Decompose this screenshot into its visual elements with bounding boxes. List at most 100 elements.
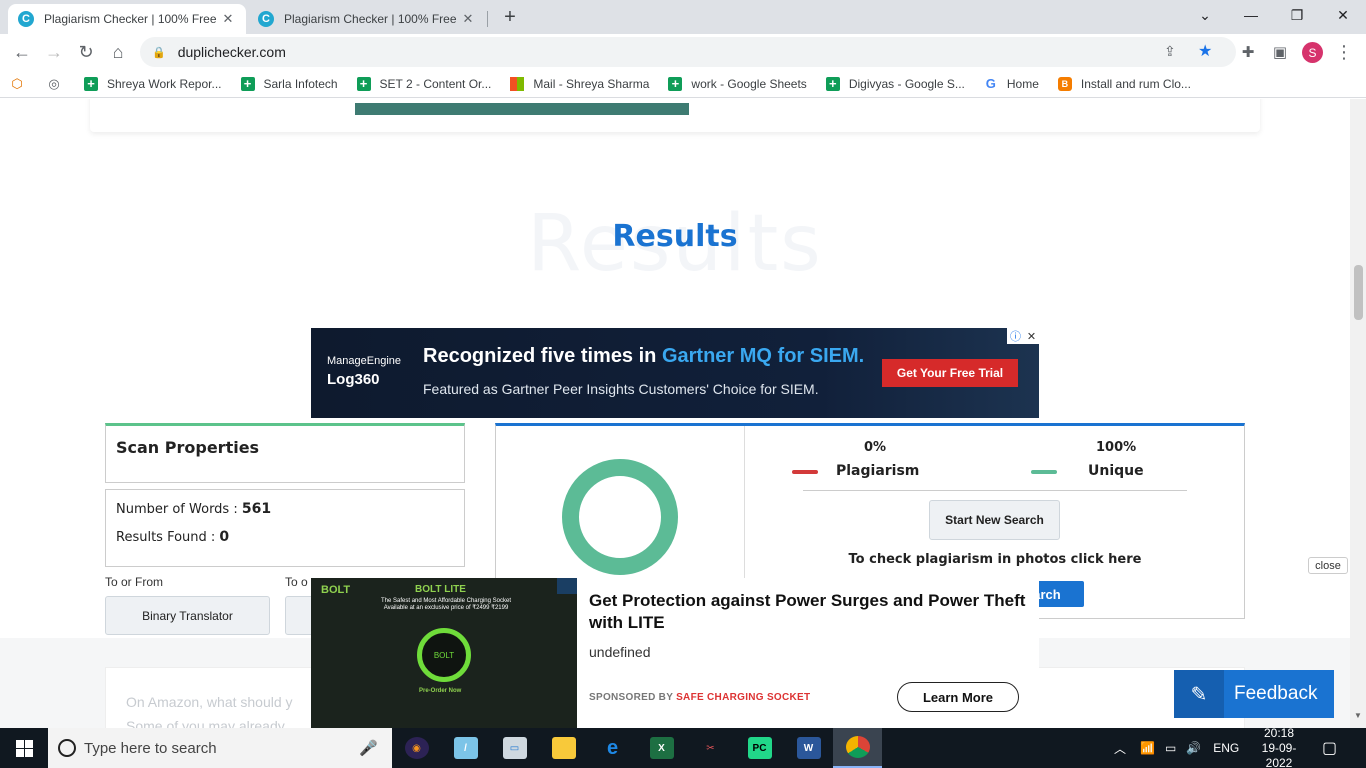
action-center-icon[interactable]: ▢ [1322,728,1337,768]
taskbar-search-input[interactable]: Type here to search 🎤 [48,728,392,768]
excel-app-icon[interactable]: X [637,728,686,768]
ad-cta-button[interactable]: Get Your Free Trial [882,359,1018,387]
volume-icon[interactable]: 🔊 [1186,741,1201,755]
close-tab-icon[interactable]: ✕ [220,11,236,27]
bookmark-label: Sarla Infotech [263,76,338,91]
chrome-app-icon[interactable] [833,728,882,768]
info-icon[interactable]: ⓘ [1010,328,1021,344]
page-scrollbar[interactable]: ▼ [1350,99,1366,728]
unique-donut-chart [562,459,678,575]
language-indicator[interactable]: ENG [1213,741,1239,755]
photo-plagiarism-link[interactable]: To check plagiarism in photos click here [746,552,1244,567]
windows-taskbar: Type here to search 🎤 ◉ / ▭ e X ✂ PC W ︿… [0,726,1366,768]
ad-close-icon[interactable]: ✕ [1027,330,1036,343]
feedback-icon: ✎ [1174,670,1224,718]
article-line-1: On Amazon, what should y [126,694,293,710]
bookmark-home[interactable]: G Home [984,76,1039,91]
legend-divider [803,490,1187,491]
bookmark-shreya-work[interactable]: + Shreya Work Repor... [84,76,222,91]
bookmark-digivyas[interactable]: + Digivyas - Google S... [825,76,965,91]
snipping-tool-app-icon[interactable]: ✂ [686,728,735,768]
new-tab-plus-icon[interactable]: + [498,4,522,30]
learn-more-button[interactable]: Learn More [897,682,1019,712]
ad-sponsor: SPONSORED BY SAFE CHARGING SOCKET [589,692,810,703]
ad-choices[interactable]: ⓘ ✕ [1007,328,1039,344]
address-bar[interactable]: 🔒 duplichecker.com ⇪ ★ [140,37,1236,67]
windows-start-icon[interactable] [0,728,48,768]
battery-icon[interactable]: ▭ [1165,741,1176,755]
side-panel-icon[interactable]: ▣ [1266,38,1294,66]
menu-kebab-icon[interactable]: ⋮ [1330,38,1358,66]
article-line-2: Some of you may already [126,718,285,728]
bookmark-work-sheets[interactable]: + work - Google Sheets [668,76,807,91]
to-or-from-label: To or From [105,575,164,589]
feedback-button[interactable]: ✎ Feedback [1174,670,1334,718]
sticky-bottom-ad[interactable]: BOLT BOLT LITE The Safest and Most Affor… [311,578,1039,728]
reload-icon[interactable]: ↻ [72,38,100,66]
scrollbar-thumb[interactable] [1354,265,1363,320]
share-icon[interactable]: ⇪ [1164,43,1176,60]
profile-avatar[interactable]: S [1302,42,1323,63]
bolt-logo: BOLT [321,584,351,596]
network-icon[interactable]: 📶 [1140,741,1155,755]
tab-strip: C Plagiarism Checker | 100% Free a ✕ C P… [0,0,1366,34]
file-explorer-app-icon[interactable] [539,728,588,768]
scroll-down-arrow-icon[interactable]: ▼ [1354,711,1362,720]
ad-subline: Featured as Gartner Peer Insights Custom… [423,381,819,397]
ad-headline: Recognized five times in Gartner MQ for … [423,345,864,368]
ad-banner[interactable]: ManageEngine Log360 Recognized five time… [311,328,1039,418]
word-app-icon[interactable]: W [784,728,833,768]
ad-headline[interactable]: Get Protection against Power Surges and … [589,590,1033,634]
clock-date: 19-09-2022 [1261,740,1297,768]
minimize-icon[interactable]: — [1228,0,1274,30]
binary-translator-button[interactable]: Binary Translator [105,596,270,635]
ad-image-price: Available at an exclusive price of ₹2499… [383,605,509,611]
remote-desktop-app-icon[interactable]: ▭ [490,728,539,768]
ad-choices-icon[interactable] [557,578,577,594]
back-arrow-icon[interactable]: ← [8,38,36,66]
close-tab-icon[interactable]: ✕ [460,11,476,27]
bookmark-sarla-infotech[interactable]: + Sarla Infotech [240,76,338,91]
duplichecker-favicon-icon: C [258,11,274,27]
bookmark-mail[interactable]: Mail - Shreya Sharma [510,76,649,91]
ad-brand: ManageEngine Log360 [327,354,401,390]
forward-arrow-icon[interactable]: → [40,38,68,66]
tray-icons[interactable]: ︿ 📶 ▭ 🔊 ENG [1114,728,1239,768]
tab-title: Plagiarism Checker | 100% Free a [284,12,460,26]
ad-headline-part1: Recognized five times in [423,345,662,367]
reading-icon[interactable]: ◎ [47,76,70,91]
clock[interactable]: 20:18 19-09-2022 [1253,726,1305,768]
start-new-search-button[interactable]: Start New Search [929,500,1060,540]
word-count: Number of Words : 561 [116,501,271,517]
show-hidden-icons-chevron-icon[interactable]: ︿ [1114,740,1126,757]
home-icon[interactable]: ⌂ [104,38,132,66]
bookmark-star-icon[interactable]: ★ [1198,41,1212,61]
scan-properties-title: Scan Properties [116,438,260,457]
bookmark-set2[interactable]: + SET 2 - Content Or... [356,76,491,91]
tab-plagiarism-checker-2[interactable]: C Plagiarism Checker | 100% Free a ✕ [248,4,486,34]
bookmark-install[interactable]: B Install and rum Clo... [1057,76,1191,91]
tab-plagiarism-checker-1[interactable]: C Plagiarism Checker | 100% Free a ✕ [8,4,246,34]
unique-percent: 100% [1096,440,1137,455]
url-text: duplichecker.com [177,44,286,60]
extensions-puzzle-icon[interactable]: ✚ [1234,38,1262,66]
check-plagiarism-button[interactable] [355,103,689,115]
close-ad-button[interactable]: close [1308,557,1348,574]
pycharm-app-icon[interactable]: PC [735,728,784,768]
duplichecker-favicon-icon: C [18,11,34,27]
sheets-icon: + [84,76,98,91]
restore-icon[interactable]: ❐ [1274,0,1320,30]
lock-icon[interactable]: 🔒 [152,46,166,59]
microphone-icon[interactable]: 🎤 [359,739,378,757]
apps-icon[interactable]: ⬡ [10,76,33,91]
sheets-icon: + [668,76,683,91]
window-close-icon[interactable]: ✕ [1320,0,1366,30]
tab-search-chevron-icon[interactable]: ⌄ [1182,0,1228,30]
ad-product-image[interactable]: BOLT BOLT LITE The Safest and Most Affor… [311,578,577,728]
notepad-app-icon[interactable]: / [441,728,490,768]
plagiarism-label: Plagiarism [836,463,920,479]
unique-label: Unique [1088,463,1144,479]
google-icon: G [985,76,996,91]
eclipse-app-icon[interactable]: ◉ [392,728,441,768]
edge-app-icon[interactable]: e [588,728,637,768]
